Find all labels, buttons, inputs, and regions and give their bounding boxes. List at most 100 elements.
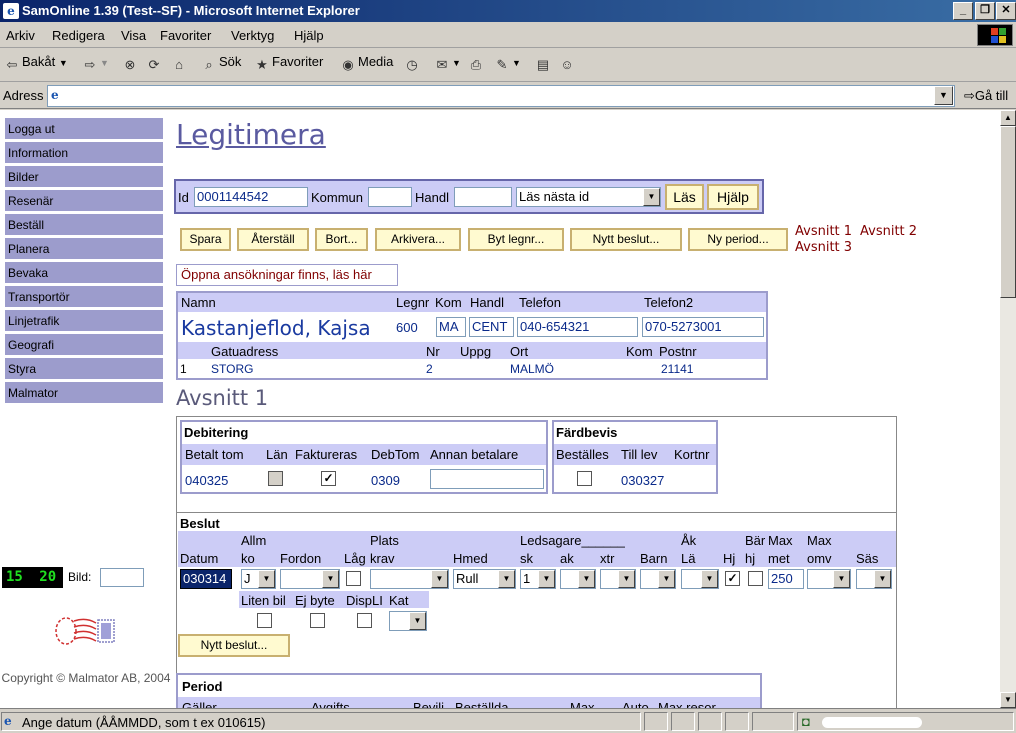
faktureras-checkbox[interactable]: ✓	[321, 471, 336, 486]
print-button[interactable]: ⎙	[468, 54, 486, 73]
refresh-button[interactable]: ⟳	[146, 54, 164, 73]
id-input[interactable]: 0001144542	[194, 187, 308, 207]
close-button[interactable]: ✕	[996, 2, 1016, 20]
hjalp-button[interactable]: Hjälp	[707, 184, 759, 210]
liten-bil-checkbox[interactable]	[257, 613, 272, 628]
kom-input[interactable]: MA	[436, 317, 466, 337]
media-button[interactable]: ◉ Media	[340, 54, 393, 73]
edit-icon: ✎	[496, 57, 508, 72]
nytt-beslut-button[interactable]: Nytt beslut...	[178, 634, 290, 657]
chevron-down-icon: ▼	[498, 570, 515, 588]
ny-period-button[interactable]: Ny period...	[688, 228, 788, 251]
sk-select[interactable]: 1 ▼	[520, 569, 556, 589]
avsnitt-1-link[interactable]: Avsnitt 1	[795, 224, 852, 239]
maximize-button[interactable]: ❐	[975, 2, 995, 20]
xtr-select[interactable]: ▼	[600, 569, 636, 589]
hj-checkbox[interactable]: ✓	[725, 571, 740, 586]
ak-select[interactable]: ▼	[560, 569, 596, 589]
discuss-icon: ▤	[536, 57, 550, 72]
handl-input[interactable]	[454, 187, 512, 207]
barn-select[interactable]: ▼	[640, 569, 676, 589]
avsnitt-3-link[interactable]: Avsnitt 3	[795, 240, 852, 255]
menu-arkiv[interactable]: Arkiv	[6, 28, 35, 43]
las-button[interactable]: Läs	[665, 184, 704, 210]
nav-logga-ut[interactable]: Logga ut	[5, 118, 163, 139]
nav-bestall[interactable]: Beställ	[5, 214, 163, 235]
vertical-scrollbar[interactable]: ▲ ▼	[1000, 110, 1016, 708]
mail-button[interactable]: ✉ ▼	[434, 54, 461, 73]
nytt-beslut-top-button[interactable]: Nytt beslut...	[570, 228, 682, 251]
displi-checkbox[interactable]	[357, 613, 372, 628]
annan-betalare-input[interactable]	[430, 469, 544, 489]
minimize-button[interactable]: _	[953, 2, 973, 20]
favorites-button[interactable]: ★ Favoriter	[254, 54, 323, 73]
maxomv-select[interactable]: ▼	[807, 569, 851, 589]
menu-visa[interactable]: Visa	[121, 28, 146, 43]
hmed-select[interactable]: Rull ▼	[453, 569, 516, 589]
history-button[interactable]: ◷	[404, 54, 422, 73]
avsnitt-2-link[interactable]: Avsnitt 2	[860, 224, 917, 239]
nav-resenar[interactable]: Resenär	[5, 190, 163, 211]
betalt-tom-value: 040325	[185, 473, 229, 488]
scroll-down-icon[interactable]: ▼	[1000, 692, 1016, 708]
bort-button[interactable]: Bort...	[315, 228, 368, 251]
nav-bilder[interactable]: Bilder	[5, 166, 163, 187]
bar-hj-checkbox[interactable]	[748, 571, 763, 586]
nav-transportor[interactable]: Transportör	[5, 286, 163, 307]
forward-button[interactable]: ⇨ ▼	[82, 54, 109, 73]
kommun-input[interactable]	[368, 187, 412, 207]
max-header: Max	[768, 533, 793, 548]
kat-select[interactable]: ▼	[389, 611, 427, 631]
platskrav-select[interactable]: ▼	[370, 569, 449, 589]
search-button[interactable]: ⌕ Sök	[201, 54, 241, 73]
home-button[interactable]: ⌂	[171, 54, 189, 73]
address-input[interactable]: e	[47, 85, 955, 107]
nav-information[interactable]: Information	[5, 142, 163, 163]
lan-checkbox[interactable]	[268, 471, 283, 486]
telefon2-input[interactable]: 070-5273001	[642, 317, 764, 337]
discuss-button[interactable]: ▤	[535, 54, 553, 73]
open-applications-link[interactable]: Öppna ansökningar finns, läs här	[176, 264, 398, 286]
menu-hjalp[interactable]: Hjälp	[294, 28, 324, 43]
menu-redigera[interactable]: Redigera	[52, 28, 105, 43]
fordon-select[interactable]: ▼	[280, 569, 340, 589]
menu-verktyg[interactable]: Verktyg	[231, 28, 274, 43]
stop-button[interactable]: ⊗	[122, 54, 140, 73]
arkivera-button[interactable]: Arkivera...	[375, 228, 461, 251]
address-dropdown-button[interactable]: ▼	[934, 86, 953, 105]
met-header: met	[768, 551, 790, 566]
counter-a: 15	[6, 569, 23, 585]
person-handl-input[interactable]: CENT	[469, 317, 514, 337]
go-button[interactable]: ⇨Gå till	[964, 88, 1008, 104]
nav-geografi[interactable]: Geografi	[5, 334, 163, 355]
datum-input[interactable]: 030314	[180, 569, 232, 589]
bild-input[interactable]	[100, 568, 144, 587]
telefon-input[interactable]: 040-654321	[517, 317, 638, 337]
allm-ko-select[interactable]: J ▼	[241, 569, 276, 589]
nav-bevaka[interactable]: Bevaka	[5, 262, 163, 283]
scroll-thumb[interactable]	[1000, 126, 1016, 298]
ko-header: ko	[241, 551, 255, 566]
back-button[interactable]: ⇦ Bakåt ▼	[4, 54, 68, 73]
edit-button[interactable]: ✎ ▼	[494, 54, 521, 73]
nav-styra[interactable]: Styra	[5, 358, 163, 379]
nav-malmator[interactable]: Malmator	[5, 382, 163, 403]
print-icon: ⎙	[470, 57, 482, 72]
scroll-up-icon[interactable]: ▲	[1000, 110, 1016, 126]
spara-button[interactable]: Spara	[180, 228, 231, 251]
lag-checkbox[interactable]	[346, 571, 361, 586]
bestalles-checkbox[interactable]	[577, 471, 592, 486]
nav-planera[interactable]: Planera	[5, 238, 163, 259]
byt-legnr-button[interactable]: Byt legnr...	[468, 228, 564, 251]
sas-select[interactable]: ▼	[856, 569, 892, 589]
ej-byte-checkbox[interactable]	[310, 613, 325, 628]
nav-linjetrafik[interactable]: Linjetrafik	[5, 310, 163, 331]
betalt-tom-header: Betalt tom	[185, 447, 244, 462]
read-mode-select[interactable]: Läs nästa id ▼	[516, 187, 661, 207]
period-bevilj-header: Bevilj	[413, 700, 445, 708]
menu-favoriter[interactable]: Favoriter	[160, 28, 211, 43]
aterstall-button[interactable]: Återställ	[237, 228, 309, 251]
messenger-button[interactable]: ☺	[559, 54, 577, 73]
maxmet-input[interactable]: 250	[768, 569, 804, 589]
la-select[interactable]: ▼	[681, 569, 719, 589]
